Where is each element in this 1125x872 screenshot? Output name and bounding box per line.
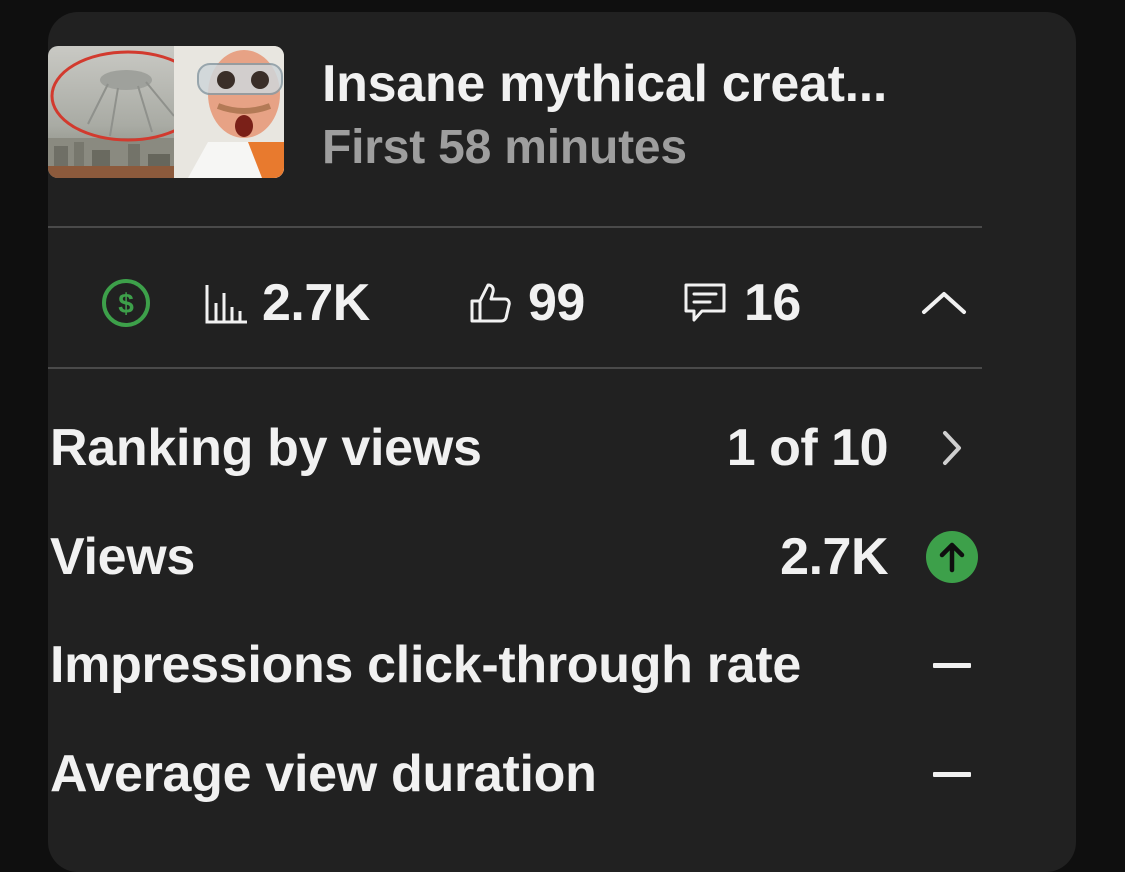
comments-count: 16	[744, 274, 801, 332]
metric-row-ctr: Impressions click-through rate	[48, 625, 982, 705]
chevron-up-icon	[922, 292, 966, 314]
no-data-dash	[922, 734, 982, 814]
metric-value: 2.7K	[780, 528, 888, 586]
time-window-label: First 58 minutes	[322, 121, 687, 174]
monetization-stat[interactable]: $	[100, 258, 152, 348]
thumbs-up-icon	[470, 283, 511, 323]
metric-label: Impressions click-through rate	[50, 636, 801, 694]
trend-up-icon	[922, 517, 982, 597]
likes-stat[interactable]: 99	[466, 258, 585, 348]
svg-text:$: $	[118, 288, 134, 319]
views-stat[interactable]: 2.7K	[204, 258, 370, 348]
metric-label: Ranking by views	[50, 419, 482, 477]
video-title[interactable]: Insane mythical creat...	[322, 54, 887, 114]
bar-chart-icon	[205, 285, 247, 324]
header-divider	[48, 226, 982, 228]
metric-row-ranking[interactable]: Ranking by views 1 of 10	[48, 408, 982, 488]
collapse-button[interactable]	[920, 258, 968, 348]
comments-stat[interactable]: 16	[680, 258, 801, 348]
likes-count: 99	[528, 274, 585, 332]
chevron-right-icon	[922, 408, 982, 488]
video-header[interactable]: Insane mythical creat... First 58 minute…	[48, 46, 982, 181]
stats-divider	[48, 367, 982, 369]
metric-label: Average view duration	[50, 745, 597, 803]
dollar-circle-icon: $	[102, 279, 150, 327]
no-data-dash	[922, 625, 982, 705]
metric-row-views: Views 2.7K	[48, 517, 982, 597]
metric-value: 1 of 10	[726, 419, 889, 477]
metric-row-avg-duration: Average view duration	[48, 734, 982, 814]
video-thumbnail[interactable]	[48, 46, 284, 178]
views-count: 2.7K	[262, 274, 370, 332]
comment-icon	[684, 283, 726, 322]
metric-label: Views	[50, 528, 195, 586]
stats-bar: $ 2.7K 99 16	[48, 258, 982, 348]
